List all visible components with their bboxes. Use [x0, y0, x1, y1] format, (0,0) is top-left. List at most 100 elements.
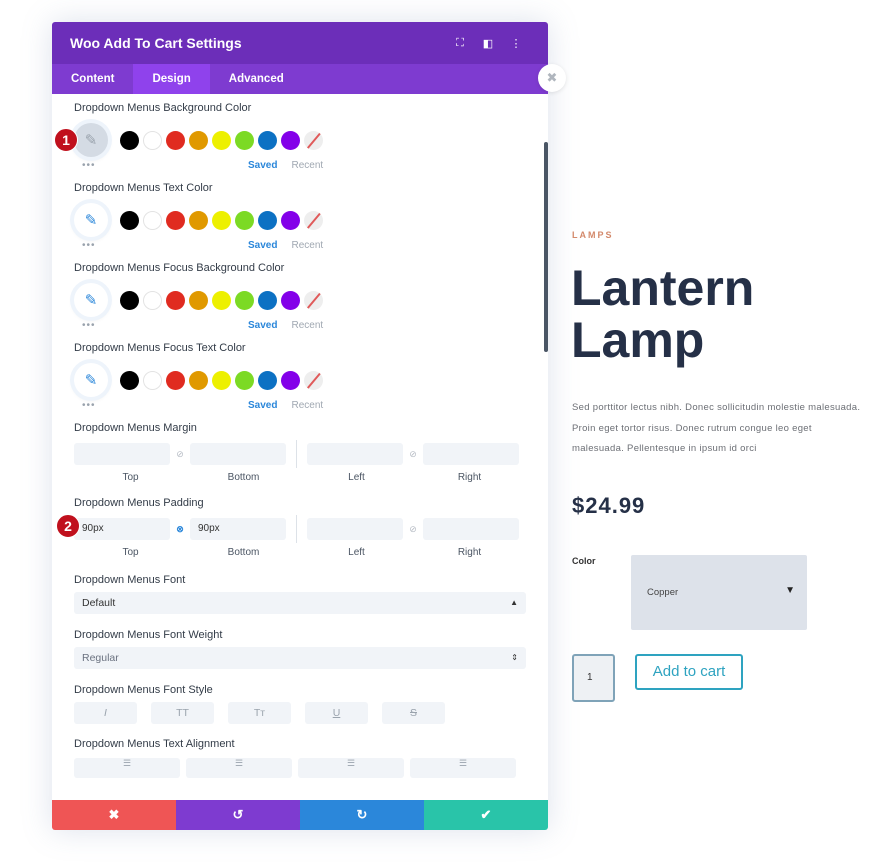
eyedropper-picker-button[interactable]: ✎	[74, 203, 108, 237]
color-swatch[interactable]	[189, 130, 208, 150]
cancel-button[interactable]: ✖	[52, 800, 176, 830]
more-vertical-icon[interactable]: ⋮	[502, 37, 530, 50]
more-dots-icon[interactable]: •••	[74, 240, 234, 251]
clear-color-swatch[interactable]	[304, 130, 323, 150]
color-field-label: Dropdown Menus Focus Text Color	[74, 342, 246, 354]
color-swatch[interactable]	[212, 370, 231, 390]
close-modal-button[interactable]: ✖	[538, 64, 566, 92]
link-icon[interactable]: ⊘	[403, 449, 423, 460]
color-swatch[interactable]	[166, 210, 185, 230]
color-swatch[interactable]	[120, 210, 139, 230]
saved-palette-tab[interactable]: Saved	[248, 240, 277, 251]
more-dots-icon[interactable]: •••	[74, 400, 234, 411]
font-style-label: Dropdown Menus Font Style	[74, 684, 213, 696]
padding-left-input[interactable]	[307, 518, 403, 540]
more-dots-icon[interactable]: •••	[74, 320, 234, 331]
color-swatch[interactable]	[120, 370, 139, 390]
color-swatch[interactable]	[281, 290, 300, 310]
font-weight-label: Dropdown Menus Font Weight	[74, 629, 223, 641]
color-swatch[interactable]	[120, 290, 139, 310]
color-swatch[interactable]	[212, 290, 231, 310]
color-swatch[interactable]	[143, 210, 162, 230]
color-swatch[interactable]	[143, 130, 162, 150]
align-left-button[interactable]: ☰	[74, 758, 180, 778]
add-to-cart-button[interactable]: Add to cart	[635, 654, 743, 690]
color-swatch[interactable]	[258, 130, 277, 150]
clear-color-swatch[interactable]	[304, 210, 323, 230]
margin-top-input[interactable]	[74, 443, 170, 465]
color-variation-select[interactable]: Copper ▼	[631, 555, 807, 630]
color-swatch[interactable]	[189, 210, 208, 230]
label-bottom: Bottom	[227, 547, 260, 558]
padding-bottom-input[interactable]: 90px	[190, 518, 286, 540]
color-swatch[interactable]	[235, 290, 254, 310]
modal-header: Woo Add To Cart Settings ⛶ ◧ ⋮	[52, 22, 548, 64]
recent-palette-tab[interactable]: Recent	[291, 160, 323, 171]
color-swatch[interactable]	[189, 290, 208, 310]
recent-palette-tab[interactable]: Recent	[291, 320, 323, 331]
capitalize-button[interactable]: Tт	[228, 702, 291, 724]
align-right-button[interactable]: ☰	[298, 758, 404, 778]
padding-top-input[interactable]: 90px	[74, 518, 170, 540]
saved-palette-tab[interactable]: Saved	[248, 160, 277, 171]
sidebar-toggle-icon[interactable]: ◧	[474, 37, 502, 50]
color-swatch[interactable]	[143, 290, 162, 310]
color-swatch[interactable]	[281, 130, 300, 150]
font-select[interactable]: Default ▲	[74, 592, 526, 614]
saved-palette-tab[interactable]: Saved	[248, 400, 277, 411]
align-center-button[interactable]: ☰	[186, 758, 292, 778]
clear-color-swatch[interactable]	[304, 290, 323, 310]
margin-left-input[interactable]	[307, 443, 403, 465]
underline-button[interactable]: U	[305, 702, 368, 724]
eyedropper-picker-button[interactable]: ✎	[74, 363, 108, 397]
color-swatch[interactable]	[281, 210, 300, 230]
padding-right-input[interactable]	[423, 518, 519, 540]
undo-button[interactable]: ↺	[176, 800, 300, 830]
product-category[interactable]: LAMPS	[572, 230, 614, 240]
quantity-input[interactable]: 1	[572, 654, 615, 702]
color-swatch[interactable]	[258, 210, 277, 230]
recent-palette-tab[interactable]: Recent	[291, 240, 323, 251]
uppercase-button[interactable]: TT	[151, 702, 214, 724]
color-swatch[interactable]	[189, 370, 208, 390]
save-button[interactable]: ✔	[424, 800, 548, 830]
eyedropper-picker-button[interactable]: ✎	[74, 283, 108, 317]
link-icon[interactable]: ⊘	[403, 524, 423, 535]
color-swatch[interactable]	[258, 290, 277, 310]
color-swatch[interactable]	[143, 370, 162, 390]
align-justify-button[interactable]: ☰	[410, 758, 516, 778]
color-swatch[interactable]	[235, 210, 254, 230]
select-arrows-icon: ▲	[510, 598, 518, 607]
link-icon-active[interactable]: ⊗	[170, 524, 190, 535]
color-swatch[interactable]	[212, 130, 231, 150]
color-swatch[interactable]	[258, 370, 277, 390]
tab-design[interactable]: Design	[133, 64, 210, 94]
font-weight-select[interactable]: Regular ⇕	[74, 647, 526, 669]
margin-right-input[interactable]	[423, 443, 519, 465]
scrollbar[interactable]	[544, 142, 548, 352]
redo-button[interactable]: ↻	[300, 800, 424, 830]
color-swatch[interactable]	[166, 370, 185, 390]
color-swatch-row: ✎	[74, 283, 526, 317]
product-title: Lantern Lamp	[571, 262, 754, 366]
expand-icon[interactable]: ⛶	[446, 37, 474, 50]
italic-button[interactable]: I	[74, 702, 137, 724]
strikethrough-button[interactable]: S	[382, 702, 445, 724]
color-swatch[interactable]	[166, 290, 185, 310]
color-swatch[interactable]	[235, 370, 254, 390]
clear-color-swatch[interactable]	[304, 370, 323, 390]
more-dots-icon[interactable]: •••	[74, 160, 234, 171]
color-swatch[interactable]	[212, 210, 231, 230]
color-swatch[interactable]	[235, 130, 254, 150]
link-icon[interactable]: ⊘	[170, 449, 190, 460]
margin-bottom-input[interactable]	[190, 443, 286, 465]
tab-content[interactable]: Content	[52, 64, 133, 94]
color-swatch[interactable]	[166, 130, 185, 150]
eyedropper-picker-button[interactable]: ✎	[74, 123, 108, 157]
eyedropper-icon: ✎	[84, 212, 98, 229]
color-swatch[interactable]	[120, 130, 139, 150]
saved-palette-tab[interactable]: Saved	[248, 320, 277, 331]
color-swatch[interactable]	[281, 370, 300, 390]
recent-palette-tab[interactable]: Recent	[291, 400, 323, 411]
tab-advanced[interactable]: Advanced	[210, 64, 303, 94]
